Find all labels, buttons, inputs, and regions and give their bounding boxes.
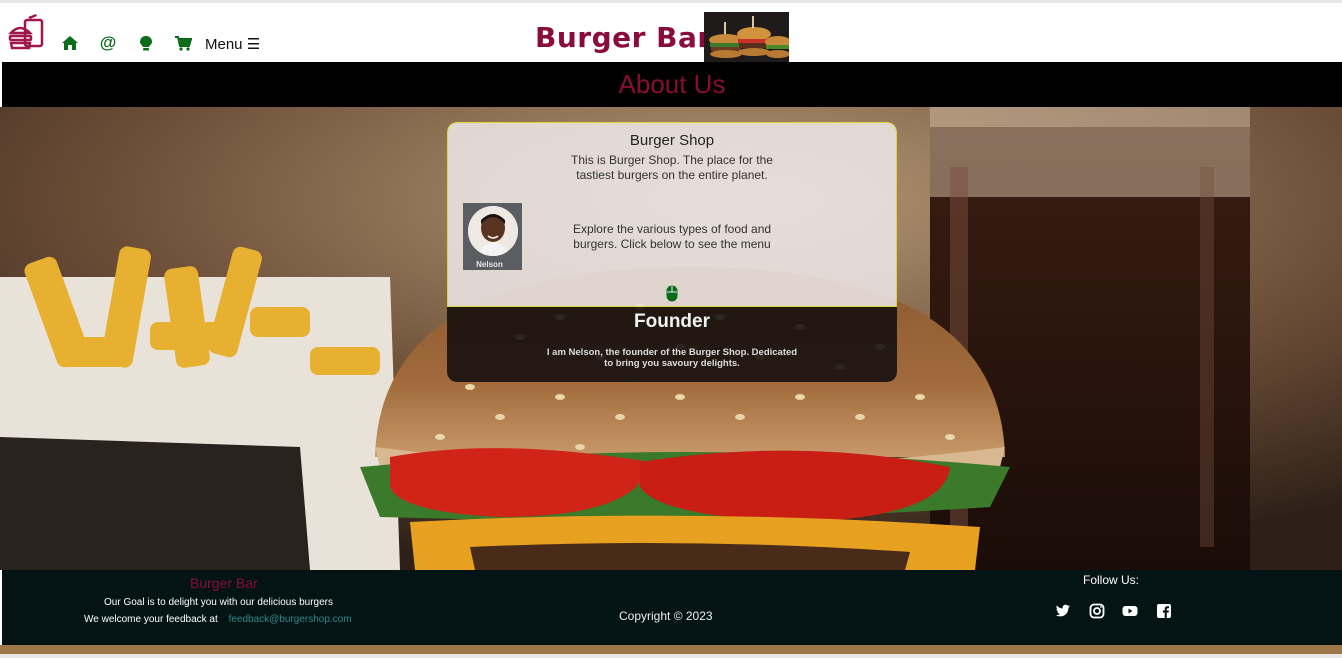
avatar	[468, 206, 518, 256]
feedback-email-link[interactable]: feedback@burgershop.com	[229, 614, 352, 625]
instagram-icon[interactable]	[1089, 603, 1105, 619]
at-icon[interactable]: @	[98, 34, 118, 52]
twitter-icon[interactable]	[1055, 603, 1071, 619]
founder-avatar: Nelson	[463, 203, 522, 270]
about-card: Burger Shop This is Burger Shop. The pla…	[447, 122, 897, 382]
feedback-label: We welcome your feedback at	[84, 614, 218, 625]
founder-title: Founder	[634, 311, 710, 332]
site-header: @ Menu ☰ Burger Bar	[0, 3, 1342, 62]
about-bar: About Us	[2, 62, 1342, 107]
founder-panel: Founder I am Nelson, the founder of the …	[447, 307, 897, 382]
card-title: Burger Shop	[629, 132, 715, 149]
mouse-icon[interactable]	[666, 285, 678, 302]
site-footer: Burger Bar Our Goal is to delight you wi…	[2, 570, 1342, 645]
card-intro-text: This is Burger Shop. The place for the t…	[571, 153, 773, 182]
avatar-name-label: Nelson	[476, 260, 503, 269]
brand-title[interactable]: Burger Bar	[535, 21, 712, 54]
youtube-icon[interactable]	[1122, 603, 1138, 619]
idea-icon[interactable]	[136, 34, 156, 52]
footer-feedback: We welcome your feedback at feedback@bur…	[84, 614, 352, 625]
founder-text: I am Nelson, the founder of the Burger S…	[546, 347, 798, 369]
burger-drink-logo-icon[interactable]	[8, 13, 44, 51]
card-explore-text: Explore the various types of food and bu…	[572, 222, 772, 251]
home-icon[interactable]	[60, 34, 80, 52]
footer-brand: Burger Bar	[190, 575, 258, 591]
copyright-text: Copyright © 2023	[619, 609, 713, 623]
facebook-icon[interactable]	[1156, 603, 1172, 619]
follow-us-label: Follow Us:	[1083, 573, 1140, 587]
menu-link[interactable]: Menu ☰	[205, 35, 260, 53]
cart-icon[interactable]	[173, 34, 193, 52]
card-top-panel: Burger Shop This is Burger Shop. The pla…	[447, 122, 897, 307]
burgers-thumbnail	[704, 12, 789, 62]
page-title: About Us	[618, 69, 726, 99]
footer-goal-text: Our Goal is to delight you with our deli…	[104, 597, 334, 608]
page-bottom-edge	[0, 654, 1342, 658]
